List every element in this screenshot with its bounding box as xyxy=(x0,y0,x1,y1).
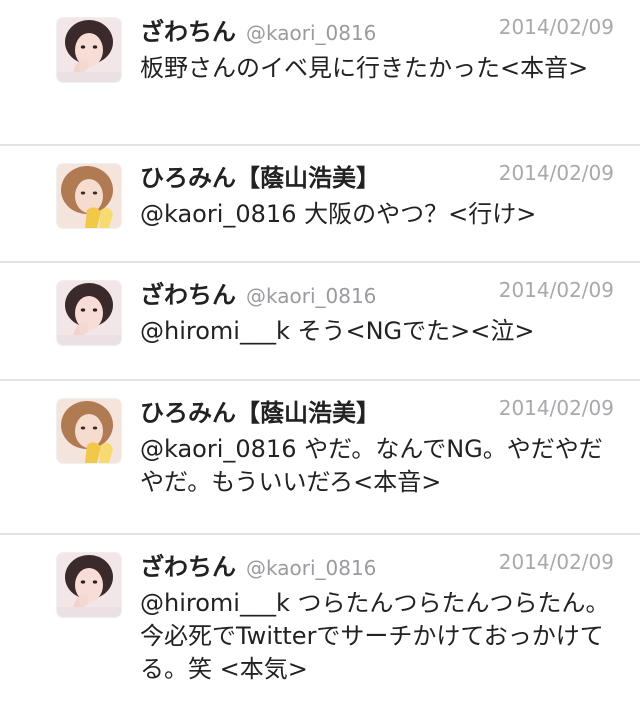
user-handle[interactable]: @kaori_0816 xyxy=(246,556,376,580)
display-name[interactable]: ひろみん【蔭山浩美】 xyxy=(140,158,380,193)
tweet-text: @hiromi___k そう<NGでた><泣> xyxy=(140,317,535,345)
tweet-date: 2014/02/09 xyxy=(498,396,614,420)
tweet-text: 板野さんのイベ見に行きたかった<本音> xyxy=(140,54,589,82)
tweet-item[interactable]: ざわちん @kaori_0816 2014/02/09 板野さんのイベ見に行きたか… xyxy=(0,0,640,146)
avatar-zawachin-icon xyxy=(57,553,121,617)
tweet-item[interactable]: ひろみん【蔭山浩美】 2014/02/09 @kaori_0816 やだ。なんで… xyxy=(0,381,640,535)
tweet-item[interactable]: ざわちん @kaori_0816 2014/02/09 @hiromi___k つ… xyxy=(0,535,640,723)
avatar[interactable] xyxy=(57,553,121,617)
user-handle[interactable]: @kaori_0816 xyxy=(246,21,376,45)
tweet-text: @kaori_0816 大阪のやつ？<行け> xyxy=(140,200,537,228)
tweet-item[interactable]: ざわちん @kaori_0816 2014/02/09 @hiromi___k そ… xyxy=(0,263,640,381)
avatar[interactable] xyxy=(57,399,121,463)
display-name[interactable]: ざわちん @kaori_0816 xyxy=(140,547,376,582)
tweet-date: 2014/02/09 xyxy=(498,161,614,185)
user-handle[interactable]: @kaori_0816 xyxy=(246,284,376,308)
tweet-date: 2014/02/09 xyxy=(498,550,614,574)
avatar-hiromin-icon xyxy=(57,164,121,228)
avatar-zawachin-icon xyxy=(57,18,121,82)
avatar-zawachin-icon xyxy=(57,281,121,345)
tweet-feed: ざわちん @kaori_0816 2014/02/09 板野さんのイベ見に行きたか… xyxy=(0,0,640,723)
avatar[interactable] xyxy=(57,281,121,345)
display-name[interactable]: ひろみん【蔭山浩美】 xyxy=(140,393,380,428)
tweet-text: @kaori_0816 やだ。なんでNG。やだやだやだ。もういいだろ<本音> xyxy=(140,435,603,496)
tweet-date: 2014/02/09 xyxy=(498,278,614,302)
avatar[interactable] xyxy=(57,18,121,82)
tweet-text: @hiromi___k つらたんつらたんつらたん。今必死でTwitterでサーチ… xyxy=(140,589,610,683)
avatar-hiromin-icon xyxy=(57,399,121,463)
display-name[interactable]: ざわちん @kaori_0816 xyxy=(140,12,376,47)
tweet-date: 2014/02/09 xyxy=(498,15,614,39)
display-name[interactable]: ざわちん @kaori_0816 xyxy=(140,275,376,310)
tweet-item[interactable]: ひろみん【蔭山浩美】 2014/02/09 @kaori_0816 大阪のやつ？… xyxy=(0,146,640,263)
avatar[interactable] xyxy=(57,164,121,228)
